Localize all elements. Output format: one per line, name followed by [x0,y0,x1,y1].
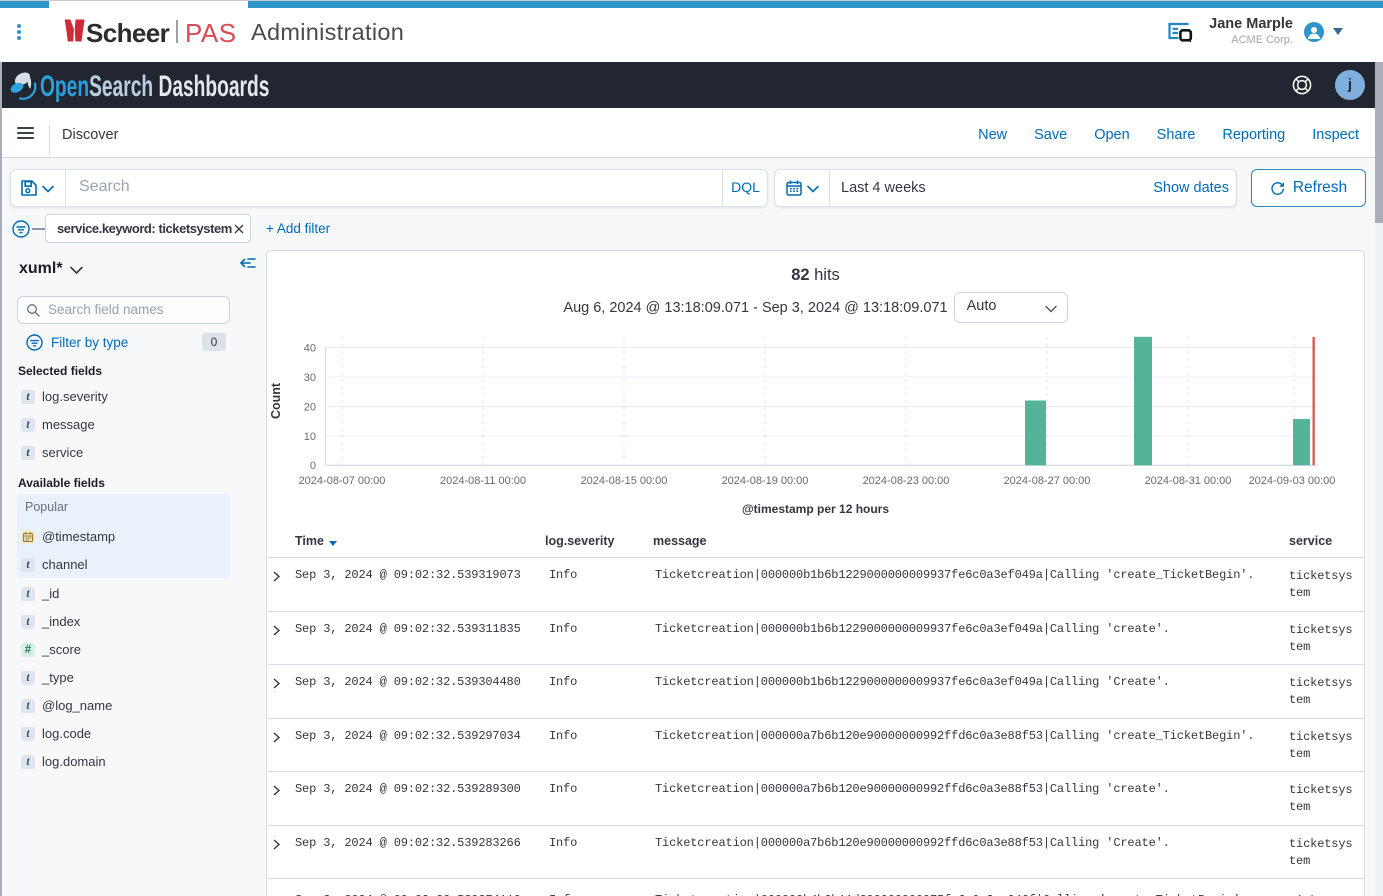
svg-text:2024-08-11 00:00: 2024-08-11 00:00 [440,475,526,487]
svg-text:40: 40 [304,343,316,355]
svg-text:2024-09-03 00:00: 2024-09-03 00:00 [1249,475,1336,487]
svg-text:10: 10 [304,431,316,443]
svg-text:0: 0 [310,460,316,472]
svg-text:2024-08-27 00:00: 2024-08-27 00:00 [1004,475,1091,487]
svg-text:Count: Count [269,382,283,419]
svg-text:30: 30 [304,372,316,384]
svg-text:2024-08-31 00:00: 2024-08-31 00:00 [1145,475,1232,487]
svg-text:2024-08-07 00:00: 2024-08-07 00:00 [299,475,386,487]
svg-text:20: 20 [304,402,316,414]
svg-text:2024-08-23 00:00: 2024-08-23 00:00 [863,475,950,487]
svg-text:2024-08-15 00:00: 2024-08-15 00:00 [581,475,668,487]
svg-text:2024-08-19 00:00: 2024-08-19 00:00 [722,475,809,487]
